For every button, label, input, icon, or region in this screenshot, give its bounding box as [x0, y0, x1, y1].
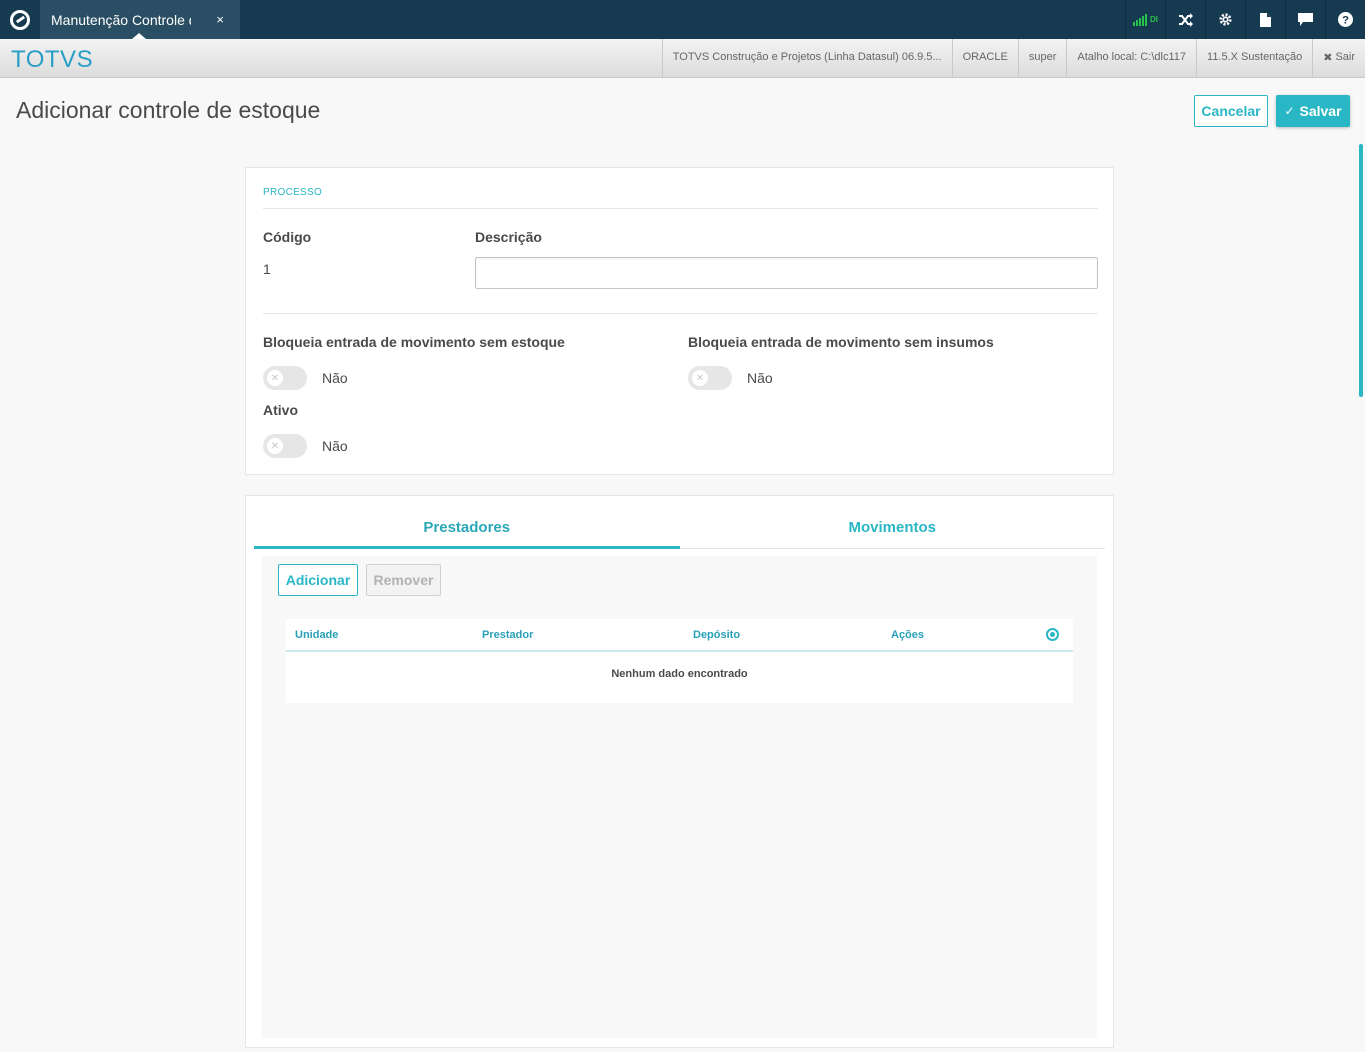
info-product: TOTVS Construção e Projetos (Linha Datas…	[661, 39, 952, 78]
remove-button[interactable]: Remover	[366, 564, 441, 596]
info-bar: TOTVS Construção e Projetos (Linha Datas…	[661, 39, 1365, 78]
column-header-acoes: Ações	[891, 629, 925, 641]
info-database: ORACLE	[951, 39, 1018, 78]
empty-message: Nenhum dado encontrado	[611, 668, 748, 680]
logout-button[interactable]: ✖ Sair	[1312, 39, 1365, 78]
tab-close-icon[interactable]: ×	[216, 12, 224, 27]
connection-status-icon[interactable]: DI	[1125, 0, 1165, 39]
app-header: TOTVS TOTVS Construção e Projetos (Linha…	[0, 39, 1365, 78]
bloqueia-estoque-value: Não	[322, 370, 348, 386]
bloqueia-insumos-switch[interactable]: ✕	[688, 366, 732, 390]
page-title: Adicionar controle de estoque	[16, 97, 321, 123]
section-title: PROCESSO	[263, 187, 323, 198]
tab-movimentos[interactable]: Movimentos	[680, 506, 1106, 548]
processo-card: PROCESSO Código 1 Descrição Bloqueia ent…	[245, 167, 1114, 475]
check-icon: ✓	[1284, 104, 1295, 118]
table-settings-gear-icon[interactable]	[1046, 628, 1059, 641]
top-bar: Manutenção Controle de Estoque × DI ?	[0, 0, 1365, 39]
prestadores-panel: Adicionar Remover Unidade Prestador Depó…	[262, 556, 1097, 1038]
save-button[interactable]: ✓ Salvar	[1276, 95, 1350, 127]
prestadores-table: Unidade Prestador Depósito Ações Nenhum …	[286, 619, 1073, 703]
close-icon: ✕	[267, 438, 283, 454]
descricao-input[interactable]	[475, 257, 1098, 289]
scrollbar[interactable]	[1359, 144, 1363, 397]
chat-icon[interactable]	[1285, 0, 1325, 39]
tab-prestadores[interactable]: Prestadores	[254, 506, 680, 549]
ativo-value: Não	[322, 438, 348, 454]
divider	[263, 208, 1098, 209]
close-icon: ✕	[267, 370, 283, 386]
signal-label: DI	[1150, 15, 1158, 24]
add-button[interactable]: Adicionar	[278, 564, 358, 596]
codigo-label: Código	[263, 229, 312, 245]
svg-text:?: ?	[1342, 15, 1349, 27]
info-version: 11.5.X Sustentação	[1196, 39, 1312, 78]
save-button-label: Salvar	[1299, 103, 1342, 119]
info-shortcut: Atalho local: C:\dlc117	[1066, 39, 1196, 78]
close-icon: ✕	[692, 370, 708, 386]
ativo-switch[interactable]: ✕	[263, 434, 307, 458]
tab-manutencao-controle[interactable]: Manutenção Controle de Estoque ×	[40, 0, 240, 39]
info-user: super	[1017, 39, 1067, 78]
bloqueia-estoque-label: Bloqueia entrada de movimento sem estoqu…	[263, 334, 565, 350]
document-icon[interactable]	[1245, 0, 1285, 39]
details-card: Prestadores Movimentos Adicionar Remover…	[245, 495, 1114, 1048]
codigo-value: 1	[263, 261, 271, 277]
column-header-deposito[interactable]: Depósito	[693, 629, 740, 641]
descricao-label: Descrição	[475, 229, 542, 245]
totvs-logo-icon[interactable]	[0, 0, 39, 39]
bloqueia-insumos-label: Bloqueia entrada de movimento sem insumo…	[688, 334, 994, 350]
divider	[263, 313, 1098, 314]
tab-bar: Prestadores Movimentos	[254, 506, 1105, 549]
shuffle-icon[interactable]	[1165, 0, 1205, 39]
column-header-prestador[interactable]: Prestador	[482, 629, 533, 641]
brand-title: TOTVS	[11, 46, 94, 73]
gear-icon[interactable]	[1205, 0, 1245, 39]
table-header: Unidade Prestador Depósito Ações	[286, 619, 1073, 652]
column-header-unidade[interactable]: Unidade	[295, 629, 338, 641]
bloqueia-insumos-value: Não	[747, 370, 773, 386]
ativo-label: Ativo	[263, 402, 298, 418]
cancel-button[interactable]: Cancelar	[1194, 95, 1268, 127]
close-icon: ✖	[1323, 51, 1333, 64]
logout-label: Sair	[1335, 51, 1355, 63]
tab-label: Manutenção Controle de Estoque	[51, 11, 191, 28]
bloqueia-estoque-switch[interactable]: ✕	[263, 366, 307, 390]
help-icon[interactable]: ?	[1325, 0, 1365, 39]
